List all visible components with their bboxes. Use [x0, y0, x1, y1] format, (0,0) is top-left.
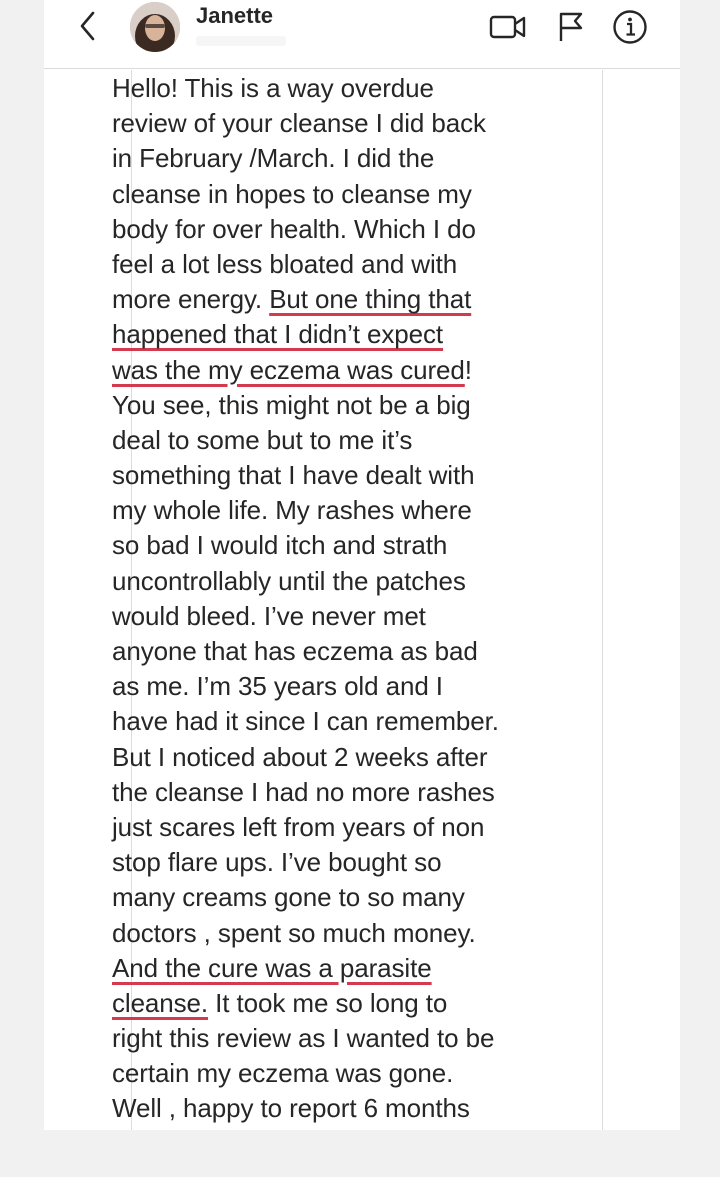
flag-icon	[559, 12, 583, 41]
message-line: just scares left from years of non	[112, 810, 572, 845]
message-line: doctors , spent so much money.	[112, 916, 572, 951]
highlighted-text: And the cure was a parasite	[112, 952, 432, 983]
message-line: But I noticed about 2 weeks after	[112, 740, 572, 775]
message-line: more energy. But one thing that	[112, 282, 572, 317]
message-text-segment: would bleed. I’ve never met	[112, 600, 426, 631]
message-line: You see, this might not be a big	[112, 388, 572, 423]
message-text-segment: stop flare ups. I’ve bought so	[112, 847, 442, 878]
message-line: right this review as I wanted to be	[112, 1021, 572, 1056]
message-text-segment: anyone that has eczema as bad	[112, 636, 478, 666]
message-line: so bad I would itch and strath	[112, 528, 572, 563]
avatar-photo	[130, 2, 180, 52]
message-line: cleanse in hopes to cleanse my	[112, 177, 572, 212]
message-line: the cleanse I had no more rashes	[112, 775, 572, 810]
info-icon	[613, 10, 647, 44]
message-line: And the cure was a parasite	[112, 951, 572, 986]
message-text-segment: in February /March. I did the	[112, 143, 435, 174]
back-button[interactable]	[74, 8, 102, 44]
message-text-segment: You see, this might not be a big	[112, 389, 471, 420]
contact-name[interactable]: Janette	[196, 3, 273, 29]
message-line: stop flare ups. I’ve bought so	[112, 845, 572, 880]
message-text-segment: !	[464, 354, 472, 385]
message-text-segment: body for over health. Which I do	[112, 213, 476, 244]
message-text-segment: just scares left from years of non	[112, 811, 485, 842]
contact-username-redacted	[196, 36, 286, 46]
message-line: my whole life. My rashes where	[112, 493, 572, 528]
video-call-icon	[489, 15, 526, 39]
message-line: review of your cleanse I did back	[112, 106, 572, 141]
message-line: many creams gone to so many	[112, 880, 572, 915]
message-text-segment: many creams gone to so many	[112, 882, 465, 913]
message-text-segment: so bad I would itch and strath	[112, 530, 448, 561]
message-line: would bleed. I’ve never met	[112, 599, 572, 634]
avatar[interactable]	[130, 2, 180, 52]
message-text-segment: the cleanse I had no more rashes	[112, 776, 495, 807]
message-line: in February /March. I did the	[112, 141, 572, 176]
message-line: was the my eczema was cured!	[112, 353, 572, 388]
message-text-segment: deal to some but to me it’s	[112, 424, 413, 455]
message-text-segment: right this review as I wanted to be	[112, 1023, 495, 1054]
message-line: happened that I didn’t expect	[112, 317, 572, 352]
message-text-segment: my whole life. My rashes where	[112, 495, 472, 526]
message-line: have had it since I can remember.	[112, 704, 572, 739]
message-line: as me. I’m 35 years old and I	[112, 669, 572, 704]
video-call-button[interactable]	[488, 8, 528, 46]
message-line: something that I have dealt with	[112, 458, 572, 493]
message-line: Hello! This is a way overdue	[112, 71, 572, 106]
chevron-left-icon	[80, 11, 95, 41]
highlighted-text: But one thing that	[269, 284, 472, 315]
message-line: body for over health. Which I do	[112, 212, 572, 247]
message-line: anyone that has eczema as bad	[112, 634, 572, 669]
message-line: Well , happy to report 6 months	[112, 1091, 572, 1126]
info-button[interactable]	[610, 8, 650, 46]
message-text-segment: But I noticed about 2 weeks after	[112, 741, 488, 772]
message-text-segment: It took me so long to	[208, 987, 448, 1018]
highlighted-text: happened that I didn’t expect	[112, 319, 444, 350]
message-text-segment: Hello! This is a way overdue	[112, 73, 434, 103]
message-text: Hello! This is a way overdue review of yo…	[112, 71, 572, 1127]
message-text-segment: cleanse in hopes to cleanse my	[112, 178, 472, 209]
message-text-segment: Well , happy to report 6 months	[112, 1093, 470, 1124]
message-text-segment: something that I have dealt with	[112, 460, 475, 491]
message-text-segment: uncontrollably until the patches	[112, 565, 466, 596]
highlighted-text: cleanse.	[112, 987, 209, 1018]
message-line: certain my eczema was gone.	[112, 1056, 572, 1091]
message-text-segment: more energy.	[112, 284, 270, 315]
message-text-segment: certain my eczema was gone.	[112, 1058, 454, 1089]
message-line: deal to some but to me it’s	[112, 423, 572, 458]
message-text-segment: as me. I’m 35 years old and I	[112, 671, 443, 702]
message-text-segment: review of your cleanse I did back	[112, 108, 486, 139]
message-text-segment: doctors , spent so much money.	[112, 917, 476, 948]
message-text-segment: feel a lot less bloated and with	[112, 248, 458, 279]
report-button[interactable]	[550, 8, 590, 46]
highlighted-text: was the my eczema was cured	[112, 354, 465, 385]
message-text-segment: have had it since I can remember.	[112, 706, 499, 737]
message-line: uncontrollably until the patches	[112, 564, 572, 599]
message-line: feel a lot less bloated and with	[112, 247, 572, 282]
message-line: cleanse. It took me so long to	[112, 986, 572, 1021]
chat-header: Janette	[44, 0, 680, 69]
